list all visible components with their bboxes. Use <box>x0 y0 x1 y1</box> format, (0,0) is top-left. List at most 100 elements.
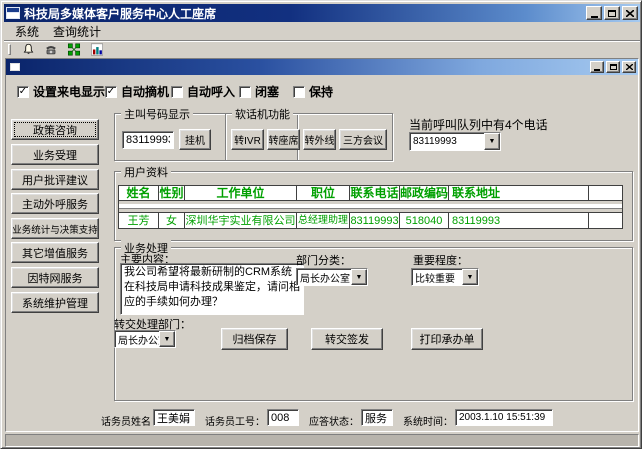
checkbox-box <box>239 86 251 98</box>
maximize-icon <box>610 64 617 70</box>
main-content-textarea[interactable]: 我公司希望将最新研制的CRM系统在科技局申请科技成果鉴定，请问相应的手续如何办理… <box>120 263 304 315</box>
transfer-dept-dropdown[interactable]: 局长办公室 ▼ <box>114 330 176 348</box>
sidebar-item-outbound-service[interactable]: 主动外呼服务 <box>11 193 99 214</box>
minimize-icon <box>591 16 598 18</box>
chevron-down-icon[interactable]: ▼ <box>351 269 367 285</box>
child-minimize-button[interactable] <box>590 61 604 73</box>
answer-status-input[interactable] <box>361 409 393 426</box>
minimize-button[interactable] <box>586 6 602 20</box>
queue-dropdown[interactable]: 83119993 ▼ <box>409 132 501 151</box>
app-window: 科技局多媒体客户服务中心人工座席 系统 查询统计 <box>0 0 642 449</box>
transfer-issue-button[interactable]: 转交签发 <box>311 328 383 350</box>
cell-workunit: 深圳华宇实业有限公司 <box>185 212 297 228</box>
system-time-input[interactable] <box>455 409 553 426</box>
dept-category-label: 部门分类： <box>296 252 351 268</box>
cell-filler <box>589 212 622 228</box>
operator-name-label: 话务员姓名 <box>101 413 151 428</box>
chevron-down-icon[interactable]: ▼ <box>462 269 478 285</box>
child-window-controls <box>590 61 636 73</box>
importance-label: 重要程度： <box>413 252 468 268</box>
checkbox-box <box>171 86 183 98</box>
user-info-grid: 姓名 性别 工作单位 职位 联系电话 邮政编码 联系地址 王芳 女 深圳华宇实业… <box>118 185 623 229</box>
child-window-icon <box>10 63 20 71</box>
maximize-icon <box>608 10 616 17</box>
checkbox-block[interactable]: 闭塞 <box>239 83 279 100</box>
archive-save-button[interactable]: 归档保存 <box>221 328 288 350</box>
child-close-button[interactable] <box>622 61 636 73</box>
col-header-gender: 性别 <box>159 186 185 201</box>
checkbox-label: 自动呼入 <box>187 83 235 100</box>
print-form-button[interactable]: 打印承办单 <box>411 328 483 350</box>
cell-phone: 83119993 <box>350 212 400 228</box>
cell-address: 83119993 <box>449 212 589 228</box>
grid-header-row: 姓名 性别 工作单位 职位 联系电话 邮政编码 联系地址 <box>119 186 622 201</box>
softphone-group-title: 软话机功能 <box>232 106 293 122</box>
bell-icon[interactable] <box>19 43 37 57</box>
child-maximize-button[interactable] <box>606 61 620 73</box>
child-window-titlebar[interactable] <box>6 59 638 75</box>
sidebar-item-business-accept[interactable]: 业务受理 <box>11 144 99 165</box>
checkbox-label: 自动摘机 <box>121 83 169 100</box>
hangup-button[interactable]: 挂机 <box>179 129 211 150</box>
operator-id-label: 话务员工号： <box>205 413 265 428</box>
network-icon[interactable] <box>65 43 83 57</box>
checkbox-box <box>293 86 305 98</box>
cell-name: 王芳 <box>119 212 159 228</box>
checkbox-auto-callin[interactable]: 自动呼入 <box>171 83 235 100</box>
sidebar-item-system-maintenance[interactable]: 系统维护管理 <box>11 292 99 313</box>
cell-position: 总经理助理 <box>297 212 350 228</box>
col-header-address: 联系地址 <box>449 186 589 201</box>
dept-category-dropdown[interactable]: 局长办公室 ▼ <box>296 268 368 286</box>
cell-postcode: 518040 <box>400 212 449 228</box>
sidebar-item-policy-consult[interactable]: 政策咨询 <box>11 119 99 140</box>
checkbox-caller-display[interactable]: ✓ 设置来电显示 <box>17 83 105 100</box>
toolbar-grip[interactable] <box>8 44 11 55</box>
sidebar-item-user-feedback[interactable]: 用户批评建议 <box>11 169 99 190</box>
queue-label: 当前呼叫队列中有4个电话 <box>409 116 548 133</box>
menu-system[interactable]: 系统 <box>8 22 46 41</box>
transfer-dept-value: 局长办公室 <box>115 332 159 347</box>
transfer-outline-button[interactable]: 转外线 <box>303 129 336 150</box>
table-row[interactable]: 王芳 女 深圳华宇实业有限公司 总经理助理 83119993 518040 83… <box>119 212 622 228</box>
checkbox-hold[interactable]: 保持 <box>293 83 333 100</box>
app-icon <box>6 7 20 19</box>
toolbar <box>4 42 640 57</box>
caller-number-input[interactable] <box>122 131 174 149</box>
checkbox-label: 闭塞 <box>255 83 279 100</box>
window-title: 科技局多媒体客户服务中心人工座席 <box>24 5 216 22</box>
menu-query-stats[interactable]: 查询统计 <box>46 22 108 41</box>
transfer-agent-button[interactable]: 转座席 <box>267 129 300 150</box>
minimize-icon <box>594 69 600 71</box>
close-icon <box>626 10 634 17</box>
checkbox-label: 保持 <box>309 83 333 100</box>
checkbox-auto-answer[interactable]: ✓ 自动摘机 <box>105 83 169 100</box>
operator-id-input[interactable] <box>267 409 299 426</box>
col-header-phone: 联系电话 <box>350 186 400 201</box>
checkbox-label: 设置来电显示 <box>33 83 105 100</box>
chevron-down-icon[interactable]: ▼ <box>159 331 175 347</box>
close-button[interactable] <box>622 6 638 20</box>
queue-dropdown-value: 83119993 <box>410 136 484 147</box>
operator-name-input[interactable] <box>153 409 195 426</box>
col-header-name: 姓名 <box>119 186 159 201</box>
chart-icon[interactable] <box>88 43 106 57</box>
caller-number-group-title: 主叫号码显示 <box>121 106 193 122</box>
chevron-down-icon[interactable]: ▼ <box>484 133 500 150</box>
col-header-workunit: 工作单位 <box>185 186 297 201</box>
answer-status-label: 应答状态： <box>309 413 359 428</box>
sidebar-item-value-added[interactable]: 其它增值服务 <box>11 242 99 263</box>
menubar: 系统 查询统计 <box>4 22 640 40</box>
titlebar[interactable]: 科技局多媒体客户服务中心人工座席 <box>4 4 640 22</box>
cell-gender: 女 <box>159 212 185 228</box>
phone-icon[interactable] <box>42 43 60 57</box>
maximize-button[interactable] <box>604 6 620 20</box>
sidebar-item-stats-decision[interactable]: 业务统计与决策支持 <box>11 218 99 239</box>
transfer-ivr-button[interactable]: 转IVR <box>231 129 264 150</box>
user-info-group-title: 用户资料 <box>121 164 171 180</box>
status-bar <box>5 434 639 447</box>
sidebar-item-internet-service[interactable]: 因特网服务 <box>11 267 99 288</box>
importance-dropdown[interactable]: 比较重要 ▼ <box>411 268 479 286</box>
conference-button[interactable]: 三方会议 <box>339 129 387 150</box>
importance-value: 比较重要 <box>412 270 462 285</box>
dept-category-value: 局长办公室 <box>297 270 351 285</box>
